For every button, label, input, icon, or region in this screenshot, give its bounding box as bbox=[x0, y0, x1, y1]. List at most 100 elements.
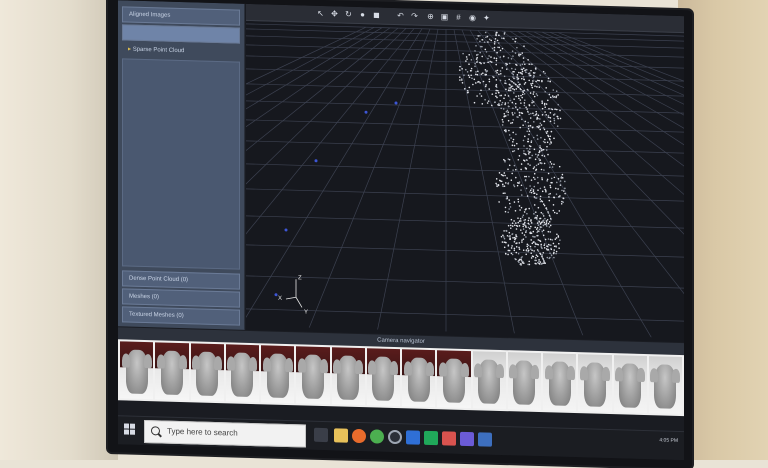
point-cloud-point bbox=[553, 211, 556, 214]
point-cloud-point bbox=[542, 203, 545, 205]
camera-thumbnail[interactable] bbox=[472, 351, 506, 410]
point-cloud-point bbox=[484, 31, 487, 34]
meshes-row[interactable]: Meshes (0) bbox=[122, 288, 240, 308]
taskbar: Type here to search 4:05 PM bbox=[118, 415, 684, 461]
point-cloud-point bbox=[512, 150, 514, 153]
point-cloud-point bbox=[515, 133, 517, 136]
tray-clock: 4:05 PM bbox=[659, 437, 678, 444]
point-cloud-point bbox=[521, 93, 524, 96]
point-cloud-point bbox=[511, 121, 514, 124]
point-cloud-point bbox=[548, 199, 551, 202]
firefox-icon[interactable] bbox=[352, 428, 366, 444]
point-cloud-point bbox=[511, 225, 514, 227]
point-cloud-point bbox=[480, 73, 483, 75]
left-panel-row-2[interactable] bbox=[122, 24, 240, 44]
app-icon-5[interactable] bbox=[460, 431, 474, 447]
point-cloud-point bbox=[510, 247, 513, 249]
camera-thumbnail[interactable] bbox=[331, 347, 365, 406]
point-cloud-point bbox=[524, 135, 526, 138]
camera-thumbnail[interactable] bbox=[120, 341, 154, 400]
point-cloud-point bbox=[509, 206, 512, 208]
camera-thumbnail[interactable] bbox=[437, 350, 471, 409]
point-cloud-point bbox=[515, 95, 517, 98]
system-tray[interactable]: 4:05 PM bbox=[659, 436, 678, 445]
point-cloud-point bbox=[524, 81, 527, 84]
point-cloud-point bbox=[504, 94, 507, 96]
point-cloud-point bbox=[529, 191, 531, 193]
point-cloud-point bbox=[519, 209, 521, 211]
point-cloud-point bbox=[556, 233, 558, 236]
point-cloud-point bbox=[534, 243, 537, 245]
point-cloud-point bbox=[537, 182, 539, 184]
app-icon-1[interactable] bbox=[388, 429, 402, 445]
taskbar-search[interactable]: Type here to search bbox=[144, 420, 306, 448]
camera-thumbnail[interactable] bbox=[366, 348, 400, 407]
point-cloud-point bbox=[525, 158, 528, 161]
point-cloud-point bbox=[523, 150, 525, 152]
camera-thumbnail[interactable] bbox=[155, 342, 189, 401]
camera-thumbnail[interactable] bbox=[648, 356, 682, 415]
point-cloud-point bbox=[470, 74, 472, 77]
camera-thumbnail[interactable] bbox=[402, 349, 436, 408]
camera-thumbnail[interactable] bbox=[190, 343, 224, 402]
point-cloud-point bbox=[503, 112, 506, 115]
point-cloud-point bbox=[532, 230, 535, 233]
point-cloud-point bbox=[550, 142, 553, 144]
point-cloud-point bbox=[500, 235, 503, 238]
axis-label-y: Y bbox=[304, 309, 308, 315]
point-cloud-point bbox=[559, 239, 561, 241]
statue-ear bbox=[566, 365, 575, 381]
app-icon-4[interactable] bbox=[442, 431, 456, 446]
camera-thumbnail[interactable] bbox=[261, 345, 295, 404]
grid-line-h bbox=[246, 163, 684, 177]
task-view-icon[interactable] bbox=[314, 427, 328, 443]
camera-thumbnail[interactable] bbox=[578, 354, 612, 413]
point-cloud-point bbox=[510, 252, 513, 255]
camera-thumbnail[interactable] bbox=[225, 344, 259, 403]
point-cloud-point bbox=[553, 117, 555, 120]
point-cloud-point bbox=[530, 222, 533, 224]
point-cloud-point bbox=[509, 99, 511, 102]
app-icon-6[interactable] bbox=[478, 432, 492, 447]
left-panel-row-3[interactable]: ▸ Sparse Point Cloud bbox=[122, 42, 240, 59]
windows-start-icon[interactable] bbox=[124, 423, 136, 435]
point-cloud-point bbox=[481, 55, 483, 58]
point-cloud-point bbox=[536, 85, 538, 88]
point-cloud-point bbox=[529, 124, 532, 127]
app-icon-2[interactable] bbox=[406, 430, 420, 445]
chrome-icon[interactable] bbox=[370, 429, 384, 444]
left-panel: Aligned Images ▸ Sparse Point Cloud Dens… bbox=[118, 0, 245, 330]
point-cloud-point bbox=[541, 177, 543, 179]
dense-point-cloud-row[interactable]: Dense Point Cloud (0) bbox=[122, 270, 240, 290]
point-cloud-point bbox=[528, 113, 530, 116]
camera-thumbnail[interactable] bbox=[507, 352, 541, 411]
point-cloud-point bbox=[551, 95, 554, 97]
left-panel-row-1[interactable]: Aligned Images bbox=[122, 6, 240, 26]
grid-line-v bbox=[375, 29, 439, 338]
point-cloud-point bbox=[507, 57, 510, 59]
axis-x-line bbox=[285, 296, 297, 300]
app-icon-3[interactable] bbox=[424, 430, 438, 446]
file-explorer-icon[interactable] bbox=[334, 428, 348, 443]
statue-figure bbox=[615, 363, 646, 408]
point-cloud-point bbox=[530, 257, 533, 259]
textured-meshes-row[interactable]: Textured Meshes (0) bbox=[122, 306, 240, 326]
point-cloud-point bbox=[523, 159, 525, 162]
point-cloud-point bbox=[553, 122, 556, 124]
statue-ear bbox=[227, 356, 236, 371]
point-cloud-point bbox=[538, 79, 541, 82]
camera-thumbnail[interactable] bbox=[296, 346, 330, 405]
point-cloud-point bbox=[542, 127, 545, 129]
viewport-3d[interactable]: ↖ ✥ ↻ ● ◼ ↶ ↷ ⊕ ▣ # ◉ ✦ ZXY bbox=[246, 3, 684, 343]
point-cloud-point bbox=[508, 164, 511, 167]
point-cloud-point bbox=[527, 138, 530, 140]
camera-thumbnail[interactable] bbox=[613, 355, 647, 414]
point-cloud-point bbox=[488, 80, 491, 83]
point-cloud-point bbox=[546, 218, 549, 221]
point-cloud-point bbox=[512, 141, 514, 143]
point-cloud-point bbox=[557, 103, 560, 106]
point-cloud-point bbox=[495, 178, 498, 180]
point-cloud-point bbox=[530, 112, 532, 115]
camera-thumbnail[interactable] bbox=[543, 353, 577, 412]
statue-figure bbox=[333, 355, 364, 401]
